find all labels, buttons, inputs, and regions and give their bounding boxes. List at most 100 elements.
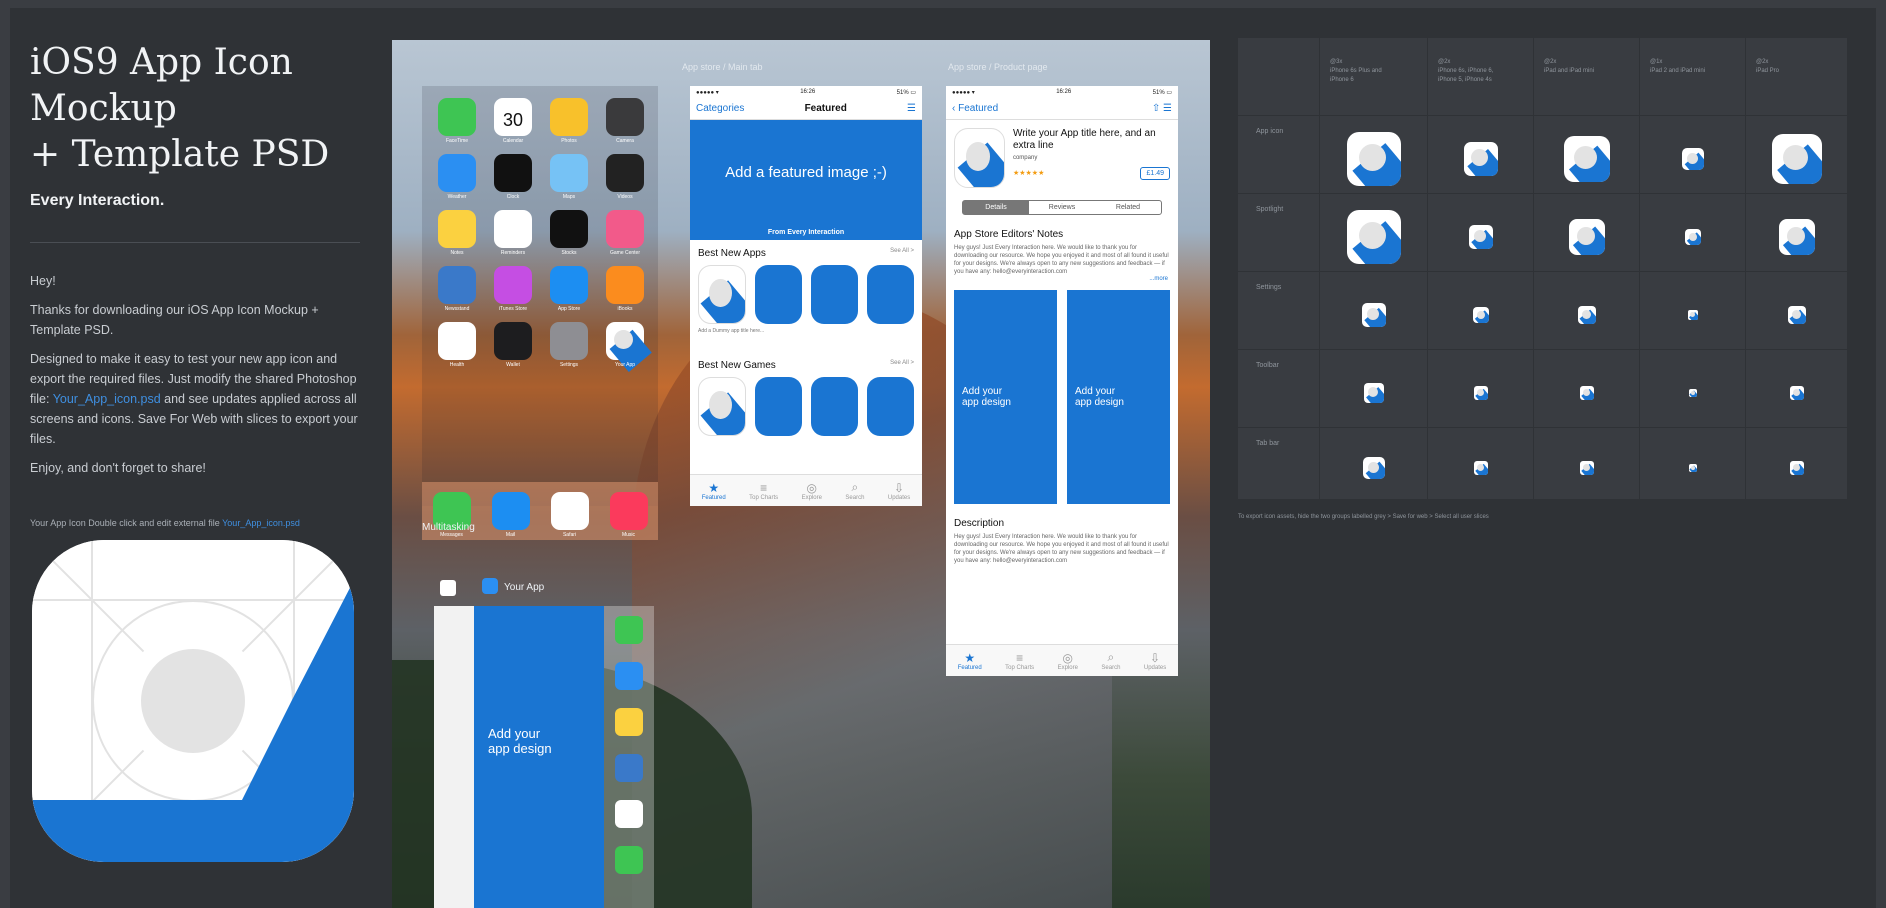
icon-cell: [1428, 194, 1534, 272]
list-icon[interactable]: ☰: [907, 103, 916, 114]
home-app-camera[interactable]: Camera: [606, 98, 644, 144]
screenshot-placeholder[interactable]: Add your app design: [954, 290, 1057, 504]
app-design-card[interactable]: Add your app design: [474, 606, 604, 908]
icon-cell: [1320, 116, 1428, 194]
dock-app-safari[interactable]: Safari: [550, 492, 589, 538]
tab-icon: ≡: [760, 480, 768, 495]
see-all-link[interactable]: See All >: [890, 360, 914, 371]
app-label: Weather: [447, 194, 467, 200]
your-app-tile[interactable]: [698, 377, 746, 436]
app-tile[interactable]: [810, 377, 858, 436]
tab-icon: ◎: [806, 480, 818, 495]
app-icon-graphic: [32, 540, 354, 862]
home-app-your-app[interactable]: Your App: [606, 322, 653, 373]
tab-updates[interactable]: ⇩ Updates: [1144, 651, 1166, 671]
column-header: @1x iPad 2 and iPad mini: [1640, 38, 1746, 116]
app-label: Safari: [562, 532, 577, 538]
large-app-icon[interactable]: [32, 540, 354, 862]
icon-cell: [1746, 116, 1848, 194]
home-app-settings[interactable]: Settings: [550, 322, 588, 368]
psd-file-link[interactable]: Your_App_icon.psd: [53, 392, 161, 406]
app-icon-preview: [1464, 142, 1498, 176]
app-tile[interactable]: [754, 265, 802, 324]
apps-row: [690, 265, 922, 324]
segment-details[interactable]: Details: [963, 201, 1029, 214]
home-app-reminders[interactable]: Reminders: [494, 210, 532, 256]
app-tile[interactable]: [866, 377, 915, 436]
app-tile[interactable]: [810, 265, 858, 324]
home-app-notes[interactable]: Notes: [438, 210, 476, 256]
icon-file-link[interactable]: Your_App_icon.psd: [222, 518, 300, 528]
back-button[interactable]: ‹ Featured: [952, 103, 998, 114]
home-app-app-store[interactable]: App Store: [550, 266, 588, 312]
icon-cell: [1640, 116, 1746, 194]
tab-label: Featured: [701, 494, 726, 501]
tab-updates[interactable]: ⇩ Updates: [888, 481, 910, 501]
product-app-icon: [954, 128, 1005, 188]
app-label: Settings: [559, 362, 579, 368]
home-app-itunes-store[interactable]: iTunes Store: [494, 266, 532, 312]
segment-related[interactable]: Related: [1095, 201, 1161, 214]
tab-featured[interactable]: ★ Featured: [958, 651, 982, 671]
home-app-newsstand[interactable]: Newsstand: [438, 266, 476, 312]
product-title: Write your App title here, and an extra …: [1012, 128, 1156, 151]
categories-button[interactable]: Categories: [696, 103, 744, 114]
home-app-ibooks[interactable]: iBooks: [606, 266, 644, 312]
app-icon-preview: [1564, 136, 1610, 182]
tab-top-charts[interactable]: ≡ Top Charts: [1005, 651, 1034, 671]
home-app-grid: FaceTime 30 Calendar Photos Camera Weather Clo…: [438, 98, 653, 373]
tab-top-charts[interactable]: ≡ Top Charts: [749, 481, 778, 501]
app-label: Camera: [616, 138, 634, 144]
share-icon[interactable]: ⇧ ☰: [1152, 103, 1172, 114]
icon-cell: [1640, 350, 1746, 428]
tab-search[interactable]: ⌕ Search: [1101, 650, 1120, 671]
tab-explore[interactable]: ◎ Explore: [1058, 651, 1078, 671]
home-app-wallet[interactable]: Wallet: [494, 322, 532, 368]
home-app-facetime[interactable]: FaceTime: [438, 98, 476, 144]
app-label: iBooks: [617, 306, 633, 312]
home-app-weather[interactable]: Weather: [438, 154, 476, 200]
company-name: company: [1012, 155, 1038, 161]
greeting: Hey!: [30, 274, 56, 288]
tab-bar: ★ Featured ≡ Top Charts ◎ Explore ⌕ Search ⇩ Upda…: [690, 474, 922, 506]
column-header: @2x iPhone 6s, iPhone 6, iPhone 5, iPhon…: [1428, 38, 1534, 116]
icon-cell: [1320, 428, 1428, 500]
tab-explore[interactable]: ◎ Explore: [802, 481, 822, 501]
status-bar: ●●●●● ▾ 16:26 51% ▭: [696, 89, 916, 96]
home-app-maps[interactable]: Maps: [550, 154, 588, 200]
row-label: Toolbar: [1238, 350, 1320, 428]
screenshot-placeholder[interactable]: Add your app design: [1067, 290, 1170, 504]
tab-icon: ◎: [1062, 650, 1074, 665]
price-button[interactable]: £1.49: [1140, 167, 1170, 180]
home-app-calendar[interactable]: 30 Calendar: [494, 98, 532, 144]
segment-reviews[interactable]: Reviews: [1029, 201, 1095, 214]
intro-panel: iOS9 App Icon Mockup + Template PSD Ever…: [30, 40, 360, 528]
home-app-game-center[interactable]: Game Center: [606, 210, 644, 256]
home-app-clock[interactable]: Clock: [494, 154, 532, 200]
app-tile[interactable]: [866, 265, 915, 324]
app-label: iTunes Store: [498, 306, 528, 312]
product-header: Write your App title here, and an extra …: [946, 120, 1178, 196]
featured-banner[interactable]: Add a featured image ;-) From Every Inte…: [690, 120, 922, 240]
dock-app-mail[interactable]: Mail: [491, 492, 530, 538]
home-app-stocks[interactable]: Stocks: [550, 210, 588, 256]
home-app-photos[interactable]: Photos: [550, 98, 588, 144]
app-icon-preview: [1362, 303, 1386, 327]
app-label: App Store: [557, 306, 581, 312]
your-app-tile[interactable]: [698, 265, 746, 324]
strip-app-icon: [615, 616, 643, 644]
tab-featured[interactable]: ★ Featured: [702, 481, 726, 501]
home-app-health[interactable]: Health: [438, 322, 476, 368]
dock-app-music[interactable]: Music: [609, 492, 648, 538]
app-tile[interactable]: [754, 377, 802, 436]
strip-app-icon: [615, 708, 643, 736]
tab-search[interactable]: ⌕ Search: [845, 480, 864, 501]
instructions-paragraph: Designed to make it easy to test your ne…: [30, 352, 358, 446]
caption-product-page: App store / Product page: [948, 62, 1048, 72]
see-all-link[interactable]: See All >: [890, 248, 914, 259]
tab-icon: ★: [964, 650, 976, 665]
app-icon-preview: [1779, 219, 1815, 255]
row-label: Tab bar: [1238, 428, 1320, 500]
app-label: Wallet: [506, 362, 520, 368]
home-app-videos[interactable]: Videos: [606, 154, 644, 200]
